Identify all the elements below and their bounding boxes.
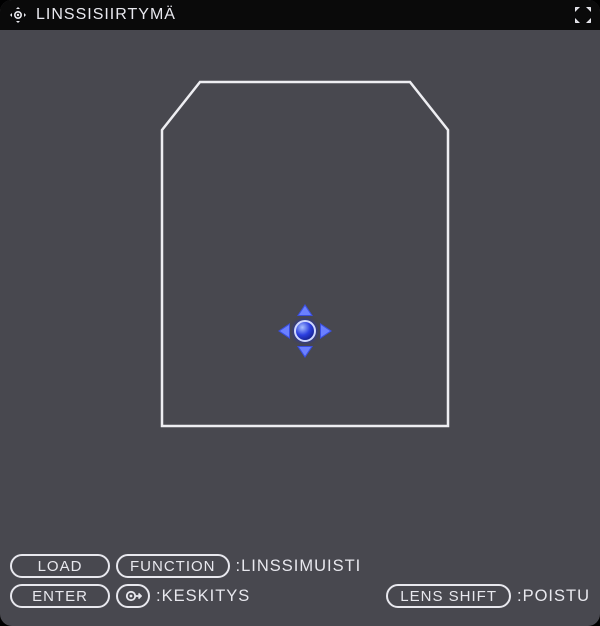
- function-button[interactable]: FUNCTION: [116, 554, 230, 578]
- exit-label: :POISTU: [517, 587, 590, 606]
- function-label: :LINSSIMUISTI: [236, 557, 362, 576]
- center-icon-button[interactable]: [116, 584, 150, 608]
- shift-cursor[interactable]: [276, 302, 334, 360]
- arrow-right-icon: [320, 323, 332, 339]
- footer-hints: LOAD FUNCTION :LINSSIMUISTI ENTER :KESKI…: [0, 546, 600, 626]
- lens-shift-button[interactable]: LENS SHIFT: [386, 584, 511, 608]
- titlebar: LINSSISIIRTYMÄ: [0, 0, 600, 30]
- load-button[interactable]: LOAD: [10, 554, 110, 578]
- arrow-down-icon: [297, 346, 313, 358]
- enter-button[interactable]: ENTER: [10, 584, 110, 608]
- center-label: :KESKITYS: [156, 587, 250, 606]
- cursor-orb: [294, 320, 316, 342]
- arrow-up-icon: [297, 304, 313, 316]
- arrow-left-icon: [278, 323, 290, 339]
- lens-shift-window: LINSSISIIRTYMÄ LO: [0, 0, 600, 626]
- expand-icon[interactable]: [572, 4, 594, 26]
- shift-boundary: [160, 80, 450, 428]
- shift-canvas[interactable]: [0, 30, 600, 546]
- window-title: LINSSISIIRTYMÄ: [36, 6, 176, 24]
- footer-row-1: LOAD FUNCTION :LINSSIMUISTI: [10, 554, 590, 578]
- footer-row-2: ENTER :KESKITYS LENS SHIFT :POISTU: [10, 584, 590, 608]
- lens-shift-icon: [8, 5, 28, 25]
